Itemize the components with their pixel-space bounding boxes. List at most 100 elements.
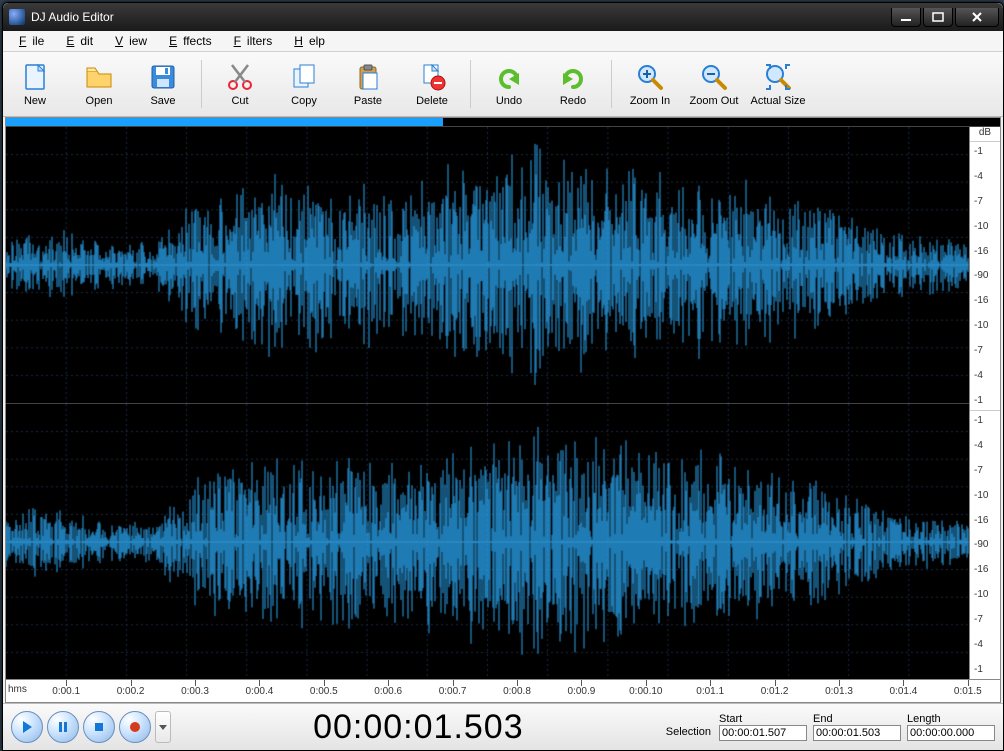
titlebar[interactable]: DJ Audio Editor bbox=[3, 3, 1003, 31]
selection-overview-bar[interactable] bbox=[6, 118, 1000, 127]
db-tick: -7 bbox=[972, 465, 998, 476]
copy-icon bbox=[288, 61, 320, 93]
menu-effects[interactable]: Effects bbox=[157, 33, 217, 49]
db-unit-label: dB bbox=[970, 127, 1000, 142]
time-ruler[interactable]: hms 0:00.10:00.20:00.30:00.40:00.50:00.6… bbox=[6, 679, 1000, 702]
ruler-tick-label: 0:01.4 bbox=[889, 686, 917, 697]
actual-icon bbox=[762, 61, 794, 93]
cut-label: Cut bbox=[231, 95, 248, 107]
db-scale-right: -1-4-7-10-16-90-16-10-7-4-1 bbox=[970, 411, 1000, 679]
ruler-tick-label: 0:00.3 bbox=[181, 686, 209, 697]
open-button[interactable]: Open bbox=[69, 56, 129, 112]
new-button[interactable]: New bbox=[5, 56, 65, 112]
copy-label: Copy bbox=[291, 95, 317, 107]
bottom-bar: 00:00:01.503 Selection Start End Length bbox=[3, 703, 1003, 750]
db-tick: -10 bbox=[972, 221, 998, 232]
menubar: FileEditViewEffects FiltersHelp bbox=[3, 31, 1003, 52]
undo-icon bbox=[493, 61, 525, 93]
ruler-tick-label: 0:00.1 bbox=[52, 686, 80, 697]
redo-button[interactable]: Redo bbox=[543, 56, 603, 112]
db-tick: -90 bbox=[972, 270, 998, 281]
db-tick: -4 bbox=[972, 440, 998, 451]
open-icon bbox=[83, 61, 115, 93]
delete-icon bbox=[416, 61, 448, 93]
ruler-unit-label: hms bbox=[8, 684, 27, 695]
menu-view[interactable]: View bbox=[103, 33, 153, 49]
new-icon bbox=[19, 61, 51, 93]
db-tick: -16 bbox=[972, 295, 998, 306]
menu-filters[interactable]: Filters bbox=[222, 33, 279, 49]
save-button[interactable]: Save bbox=[133, 56, 193, 112]
db-tick: -10 bbox=[972, 589, 998, 600]
minimize-button[interactable] bbox=[891, 8, 921, 27]
app-icon bbox=[9, 9, 25, 25]
menu-help[interactable]: Help bbox=[282, 33, 331, 49]
maximize-button[interactable] bbox=[923, 8, 953, 27]
selection-start-input[interactable] bbox=[719, 725, 807, 741]
db-tick: -4 bbox=[972, 171, 998, 182]
db-scale-column: dB -1-4-7-10-16-90-16-10-7-4-1 -1-4-7-10… bbox=[969, 127, 1000, 679]
waveform-left-channel[interactable] bbox=[6, 127, 969, 404]
waveform-right-channel[interactable] bbox=[6, 404, 969, 680]
ruler-tick-label: 0:00.6 bbox=[374, 686, 402, 697]
app-window: DJ Audio Editor FileEditViewEffects Filte… bbox=[2, 2, 1004, 751]
paste-button[interactable]: Paste bbox=[338, 56, 398, 112]
ruler-tick-label: 0:01.2 bbox=[761, 686, 789, 697]
selection-length-input[interactable] bbox=[907, 725, 995, 741]
delete-label: Delete bbox=[416, 95, 448, 107]
selection-end-input[interactable] bbox=[813, 725, 901, 741]
db-tick: -7 bbox=[972, 196, 998, 207]
stop-button[interactable] bbox=[83, 711, 115, 743]
transport-controls bbox=[11, 711, 171, 743]
toolbar-separator bbox=[470, 60, 471, 108]
waveform-zone: dB -1-4-7-10-16-90-16-10-7-4-1 -1-4-7-10… bbox=[6, 127, 1000, 679]
zoomin-label: Zoom In bbox=[630, 95, 670, 107]
selection-panel: Selection Start End Length bbox=[666, 713, 995, 741]
db-tick: -10 bbox=[972, 320, 998, 331]
ruler-tick-label: 0:01.5 bbox=[954, 686, 982, 697]
selection-end-group: End bbox=[813, 713, 901, 741]
ruler-tick-label: 0:00.2 bbox=[117, 686, 145, 697]
zoomout-icon bbox=[698, 61, 730, 93]
zoomin-icon bbox=[634, 61, 666, 93]
db-scale-left: -1-4-7-10-16-90-16-10-7-4-1 bbox=[970, 142, 1000, 411]
db-tick: -1 bbox=[972, 395, 998, 406]
cut-button[interactable]: Cut bbox=[210, 56, 270, 112]
close-button[interactable] bbox=[955, 8, 999, 27]
db-tick: -90 bbox=[972, 539, 998, 550]
timecode-display: 00:00:01.503 bbox=[179, 708, 658, 747]
paste-label: Paste bbox=[354, 95, 382, 107]
toolbar-separator bbox=[201, 60, 202, 108]
menu-edit[interactable]: Edit bbox=[54, 33, 99, 49]
selection-end-label: End bbox=[813, 713, 833, 725]
selection-start-group: Start bbox=[719, 713, 807, 741]
db-tick: -16 bbox=[972, 246, 998, 257]
play-button[interactable] bbox=[11, 711, 43, 743]
ruler-tick-label: 0:00.8 bbox=[503, 686, 531, 697]
db-tick: -10 bbox=[972, 490, 998, 501]
transport-dropdown[interactable] bbox=[155, 711, 171, 743]
actual-button[interactable]: Actual Size bbox=[748, 56, 808, 112]
menu-file[interactable]: File bbox=[7, 33, 50, 49]
window-buttons bbox=[891, 8, 999, 27]
selection-overview-range[interactable] bbox=[6, 118, 443, 126]
zoomout-button[interactable]: Zoom Out bbox=[684, 56, 744, 112]
toolbar-separator bbox=[611, 60, 612, 108]
db-tick: -7 bbox=[972, 614, 998, 625]
db-tick: -4 bbox=[972, 639, 998, 650]
save-icon bbox=[147, 61, 179, 93]
zoomin-button[interactable]: Zoom In bbox=[620, 56, 680, 112]
record-button[interactable] bbox=[119, 711, 151, 743]
ruler-tick-label: 0:00.10 bbox=[629, 686, 662, 697]
delete-button[interactable]: Delete bbox=[402, 56, 462, 112]
pause-button[interactable] bbox=[47, 711, 79, 743]
selection-caption: Selection bbox=[666, 726, 711, 741]
copy-button[interactable]: Copy bbox=[274, 56, 334, 112]
waveform-column bbox=[6, 127, 969, 679]
undo-label: Undo bbox=[496, 95, 522, 107]
undo-button[interactable]: Undo bbox=[479, 56, 539, 112]
paste-icon bbox=[352, 61, 384, 93]
actual-label: Actual Size bbox=[750, 95, 805, 107]
db-tick: -16 bbox=[972, 515, 998, 526]
db-tick: -1 bbox=[972, 664, 998, 675]
